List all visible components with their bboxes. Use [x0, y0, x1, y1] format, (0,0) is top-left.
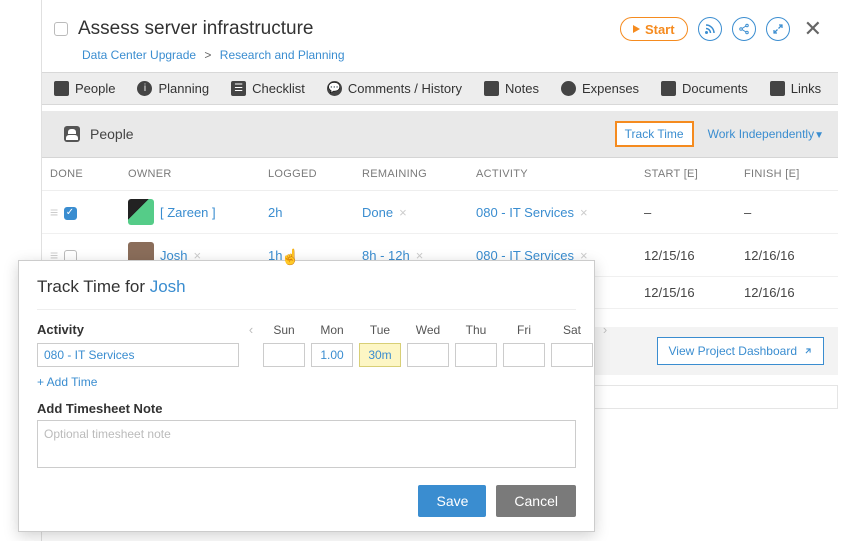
activity-link[interactable]: 080 - IT Services	[476, 205, 574, 220]
owner-link[interactable]: [ Zareen ]	[160, 205, 216, 220]
day-header: Tue	[359, 323, 401, 337]
col-logged: LOGGED	[260, 158, 354, 191]
people-icon	[64, 126, 80, 142]
view-dashboard-button[interactable]: View Project Dashboard	[657, 337, 824, 365]
share-icon[interactable]	[732, 17, 756, 41]
prev-week-icon[interactable]: ‹	[245, 322, 257, 337]
tabs: People iPlanning ☰Checklist 💬Comments / …	[42, 72, 838, 105]
activity-input[interactable]	[37, 343, 239, 367]
start-label: Start	[645, 22, 675, 37]
tab-checklist[interactable]: ☰Checklist	[231, 81, 305, 96]
tab-links[interactable]: Links	[770, 81, 821, 96]
rss-icon[interactable]	[698, 17, 722, 41]
tab-expenses[interactable]: Expenses	[561, 81, 639, 96]
day-header: Thu	[455, 323, 497, 337]
finish-cell: 12/16/16	[736, 277, 838, 309]
play-icon	[633, 25, 640, 33]
page-title: Assess server infrastructure	[78, 18, 610, 40]
col-owner: OWNER	[120, 158, 260, 191]
tab-notes[interactable]: Notes	[484, 81, 539, 96]
popup-user-link[interactable]: Josh	[150, 277, 186, 296]
start-cell: –	[636, 191, 736, 234]
col-finish: FINISH [E]	[736, 158, 838, 191]
day-header: Mon	[311, 323, 353, 337]
col-start: START [E]	[636, 158, 736, 191]
work-independently-dropdown[interactable]: Work Independently▼	[708, 127, 824, 141]
start-cell: 12/15/16	[636, 277, 736, 309]
note-label: Add Timesheet Note	[37, 401, 576, 416]
tab-comments[interactable]: 💬Comments / History	[327, 81, 462, 96]
logged-link[interactable]: 2h	[268, 205, 282, 220]
tab-documents[interactable]: Documents	[661, 81, 748, 96]
col-activity: ACTIVITY	[468, 158, 636, 191]
tab-people[interactable]: People	[54, 81, 115, 96]
breadcrumb-b[interactable]: Research and Planning	[220, 48, 345, 62]
clear-remaining-icon[interactable]: ×	[393, 205, 413, 220]
time-input-mon[interactable]	[311, 343, 353, 367]
add-time-button[interactable]: + Add Time	[37, 375, 576, 389]
breadcrumb: Data Center Upgrade > Research and Plann…	[42, 44, 838, 72]
breadcrumb-a[interactable]: Data Center Upgrade	[82, 48, 196, 62]
day-header: Sun	[263, 323, 305, 337]
start-button[interactable]: Start	[620, 17, 688, 41]
clear-activity-icon[interactable]: ×	[574, 205, 594, 220]
activity-label: Activity	[37, 322, 239, 337]
next-week-icon[interactable]: ›	[599, 322, 611, 337]
day-header: Sat	[551, 323, 593, 337]
table-row: ≡ [ Zareen ] 2h Done× 080 - IT Services×…	[42, 191, 838, 234]
cancel-button[interactable]: Cancel	[496, 485, 576, 517]
track-time-popup: Track Time for Josh Activity ‹ Sun Mon T…	[18, 260, 595, 532]
time-input-thu[interactable]	[455, 343, 497, 367]
popup-title: Track Time for Josh	[37, 277, 576, 297]
day-header: Fri	[503, 323, 545, 337]
finish-cell: 12/16/16	[736, 234, 838, 277]
section-title: People	[90, 126, 615, 142]
task-complete-checkbox[interactable]	[54, 22, 68, 36]
time-input-fri[interactable]	[503, 343, 545, 367]
save-button[interactable]: Save	[418, 485, 486, 517]
time-input-tue[interactable]	[359, 343, 401, 367]
timesheet-note-input[interactable]	[37, 420, 576, 468]
avatar	[128, 199, 154, 225]
col-done: DONE	[42, 158, 120, 191]
expand-icon[interactable]	[766, 17, 790, 41]
finish-cell: –	[736, 191, 838, 234]
row-done-checkbox[interactable]	[64, 207, 77, 220]
drag-handle-icon[interactable]: ≡	[50, 204, 56, 220]
day-header: Wed	[407, 323, 449, 337]
remaining-link[interactable]: Done	[362, 205, 393, 220]
time-input-sat[interactable]	[551, 343, 593, 367]
col-remaining: REMAINING	[354, 158, 468, 191]
close-icon[interactable]: ✕	[800, 16, 826, 42]
track-time-button[interactable]: Track Time	[615, 121, 694, 147]
time-input-wed[interactable]	[407, 343, 449, 367]
tab-planning[interactable]: iPlanning	[137, 81, 209, 96]
time-input-sun[interactable]	[263, 343, 305, 367]
start-cell: 12/15/16	[636, 234, 736, 277]
